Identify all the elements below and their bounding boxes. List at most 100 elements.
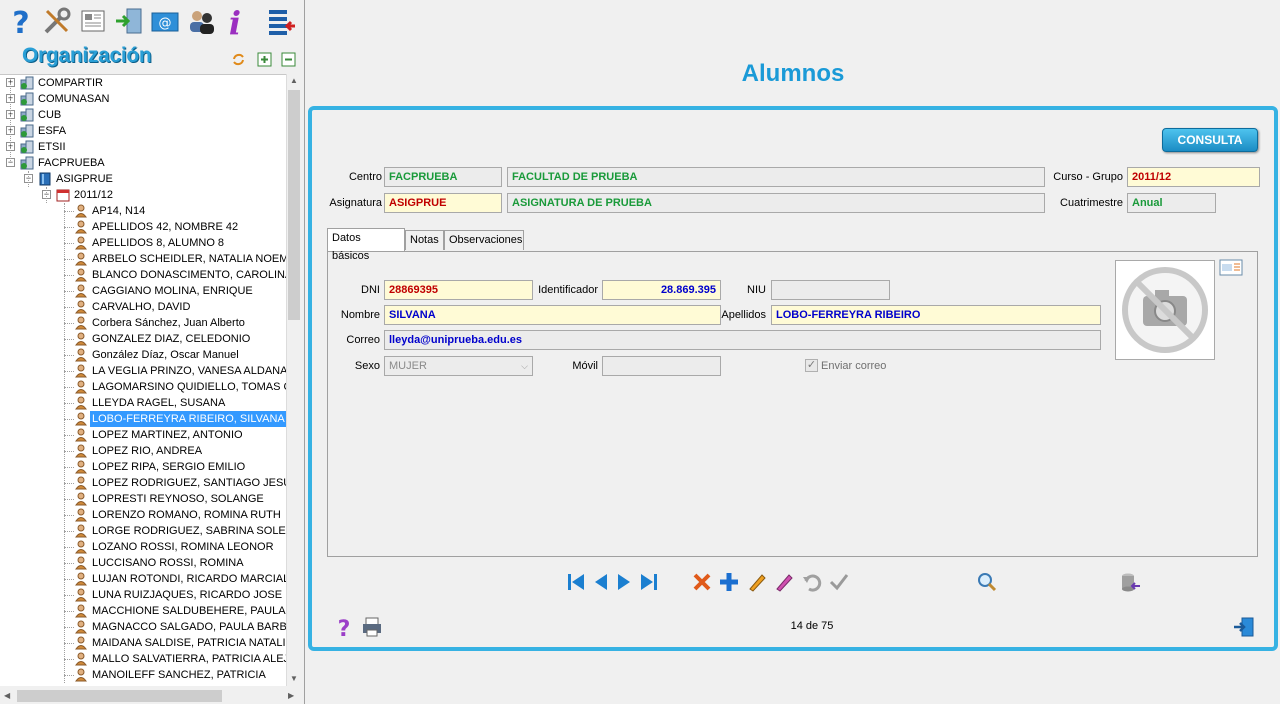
edit-record-icon[interactable] [745,570,769,594]
dni-field[interactable]: 28869395 [384,280,533,300]
apellidos-field[interactable]: LOBO-FERREYRA RIBEIRO [771,305,1101,325]
tree-student-node[interactable]: APELLIDOS 42, NOMBRE 42 [0,219,286,235]
enviar-correo-checkbox[interactable]: ✓ [805,359,818,372]
tree-student-node[interactable]: LOPEZ RODRIGUEZ, SANTIAGO JESUS [0,475,286,491]
centro-name-field[interactable]: FACULTAD DE PRUEBA [507,167,1045,187]
refresh-icon[interactable] [231,52,246,67]
tree-student-node[interactable]: LOPEZ RIO, ANDREA [0,443,286,459]
search-icon[interactable] [975,570,999,594]
tree-vertical-scroll-thumb[interactable] [288,90,300,320]
tree-node-label[interactable]: LOPEZ RIO, ANDREA [90,443,204,459]
tree-node-label[interactable]: LORENZO ROMANO, ROMINA RUTH [90,507,283,523]
tree-node-label[interactable]: MACCHIONE SALDUBEHERE, PAULA MA [90,603,286,619]
collapse-all-icon[interactable] [281,52,296,67]
centro-code-field[interactable]: FACPRUEBA [384,167,502,187]
student-photo[interactable] [1115,260,1215,360]
tree-student-node[interactable]: APELLIDOS 8, ALUMNO 8 [0,235,286,251]
change-photo-icon[interactable] [1219,258,1243,276]
identificador-field[interactable]: 28.869.395 [602,280,721,300]
tree-node[interactable]: + ESFA [0,123,286,139]
tree-node-label[interactable]: LOPEZ MARTINEZ, ANTONIO [90,427,245,443]
undo-icon[interactable] [800,570,824,594]
tree-student-node[interactable]: LUJAN ROTONDI, RICARDO MARCIAL [0,571,286,587]
tree-node-label[interactable]: LOPEZ RIPA, SERGIO EMILIO [90,459,247,475]
newspaper-icon[interactable] [76,4,110,38]
tree-node-label[interactable]: ARBELO SCHEIDLER, NATALIA NOEMI [90,251,286,267]
tree-node[interactable]: + ETSII [0,139,286,155]
tree-student-node[interactable]: AP14, N14 [0,203,286,219]
tree-student-node[interactable]: MALLO SALVATIERRA, PATRICIA ALEJA [0,651,286,667]
tree-horizontal-scrollbar[interactable]: ◀ ▶ [0,688,300,704]
confirm-icon[interactable] [827,570,851,594]
tree-node-label[interactable]: 2011/12 [72,187,115,203]
asignatura-code-field[interactable]: ASIGPRUE [384,193,502,213]
exit-door-icon[interactable] [112,4,146,38]
tree-node-label[interactable]: COMPARTIR [36,75,105,91]
curso-grupo-field[interactable]: 2011/12 [1127,167,1260,187]
niu-field[interactable] [771,280,890,300]
tree-node[interactable]: + COMUNASAN [0,91,286,107]
tree-node-label[interactable]: MALLO SALVATIERRA, PATRICIA ALEJA [90,651,286,667]
tree-node[interactable]: + COMPARTIR [0,75,286,91]
tab-datos-basicos[interactable]: Datos básicos [327,228,405,262]
scroll-up-icon[interactable]: ▲ [290,76,298,85]
tree-node-label[interactable]: LA VEGLIA PRINZO, VANESA ALDANA [90,363,286,379]
tree-node-label[interactable]: CAGGIANO MOLINA, ENRIQUE [90,283,255,299]
tree-student-node[interactable]: MAGNACCO SALGADO, PAULA BARBAR [0,619,286,635]
first-record-icon[interactable] [564,570,588,594]
tree-student-node[interactable]: LOPEZ RIPA, SERGIO EMILIO [0,459,286,475]
tree-node[interactable]: −2011/12 [0,187,286,203]
tree-node-label[interactable]: FACPRUEBA [36,155,107,171]
tree-node-label[interactable]: AP14, N14 [90,203,147,219]
tree-student-node[interactable]: BLANCO DONASCIMENTO, CAROLINA L [0,267,286,283]
exit-icon[interactable] [1232,615,1256,639]
scroll-right-icon[interactable]: ▶ [288,691,294,700]
tree-student-node[interactable]: LUNA RUIZJAQUES, RICARDO JOSE [0,587,286,603]
tree-student-node[interactable]: LORENZO ROMANO, ROMINA RUTH [0,507,286,523]
tree-node-label[interactable]: González Díaz, Oscar Manuel [90,347,241,363]
tree-node-label[interactable]: LAGOMARSINO QUIDIELLO, TOMAS GE [90,379,286,395]
tree-student-node[interactable]: LUCCISANO ROSSI, ROMINA [0,555,286,571]
collapse-panel-icon[interactable] [264,4,298,38]
tree-node-label[interactable]: LUJAN ROTONDI, RICARDO MARCIAL [90,571,286,587]
tree-student-node[interactable]: LOBO-FERREYRA RIBEIRO, SILVANA [0,411,286,427]
consulta-button[interactable]: CONSULTA [1162,128,1258,152]
scroll-down-icon[interactable]: ▼ [290,674,298,683]
last-record-icon[interactable] [637,570,661,594]
tree-student-node[interactable]: MACCHIONE SALDUBEHERE, PAULA MA [0,603,286,619]
tree-student-node[interactable]: Corbera Sánchez, Juan Alberto [0,315,286,331]
tree-node-label[interactable]: LOPRESTI REYNOSO, SOLANGE [90,491,266,507]
tree-node-label[interactable]: MAIDANA SALDISE, PATRICIA NATALI [90,635,286,651]
tree-node-label[interactable]: GONZALEZ DIAZ, CELEDONIO [90,331,252,347]
tree-student-node[interactable]: LOPEZ MARTINEZ, ANTONIO [0,427,286,443]
database-export-icon[interactable] [1118,570,1142,594]
tree-node-label[interactable]: APELLIDOS 42, NOMBRE 42 [90,219,240,235]
tree-node-label[interactable]: CARVALHO, DAVID [90,299,192,315]
correo-field[interactable]: lleyda@uniprueba.edu.es [384,330,1101,350]
tree-student-node[interactable]: LA VEGLIA PRINZO, VANESA ALDANA [0,363,286,379]
tree-student-node[interactable]: LORGE RODRIGUEZ, SABRINA SOLEDA [0,523,286,539]
tree-node-label[interactable]: MAGNACCO SALGADO, PAULA BARBAR [90,619,286,635]
tree-node-label[interactable]: CUB [36,107,63,123]
tree-node-label[interactable]: LOPEZ RODRIGUEZ, SANTIAGO JESUS [90,475,286,491]
help-icon[interactable]: ? [332,615,356,639]
tree-node-label[interactable]: BLANCO DONASCIMENTO, CAROLINA L [90,267,286,283]
tree-node-label[interactable]: LLEYDA RAGEL, SUSANA [90,395,227,411]
tree-node-label[interactable]: LOBO-FERREYRA RIBEIRO, SILVANA [90,411,286,427]
tree-node[interactable]: − FACPRUEBA [0,155,286,171]
tree-node-label[interactable]: LORGE RODRIGUEZ, SABRINA SOLEDA [90,523,286,539]
tree-node-label[interactable]: LUNA RUIZJAQUES, RICARDO JOSE [90,587,284,603]
tree-student-node[interactable]: MAIDANA SALDISE, PATRICIA NATALI [0,635,286,651]
tree-node-label[interactable]: Corbera Sánchez, Juan Alberto [90,315,247,331]
movil-field[interactable] [602,356,721,376]
tree-student-node[interactable]: LOZANO ROSSI, ROMINA LEONOR [0,539,286,555]
previous-record-icon[interactable] [589,570,613,594]
users-icon[interactable] [184,4,218,38]
tree-student-node[interactable]: González Díaz, Oscar Manuel [0,347,286,363]
help-icon[interactable]: ? [4,4,38,38]
print-icon[interactable] [360,615,384,639]
tree-node[interactable]: + CUB [0,107,286,123]
tree-node-label[interactable]: LUCCISANO ROSSI, ROMINA [90,555,246,571]
tab-observaciones[interactable]: Observaciones [444,230,524,250]
tools-icon[interactable] [40,4,74,38]
